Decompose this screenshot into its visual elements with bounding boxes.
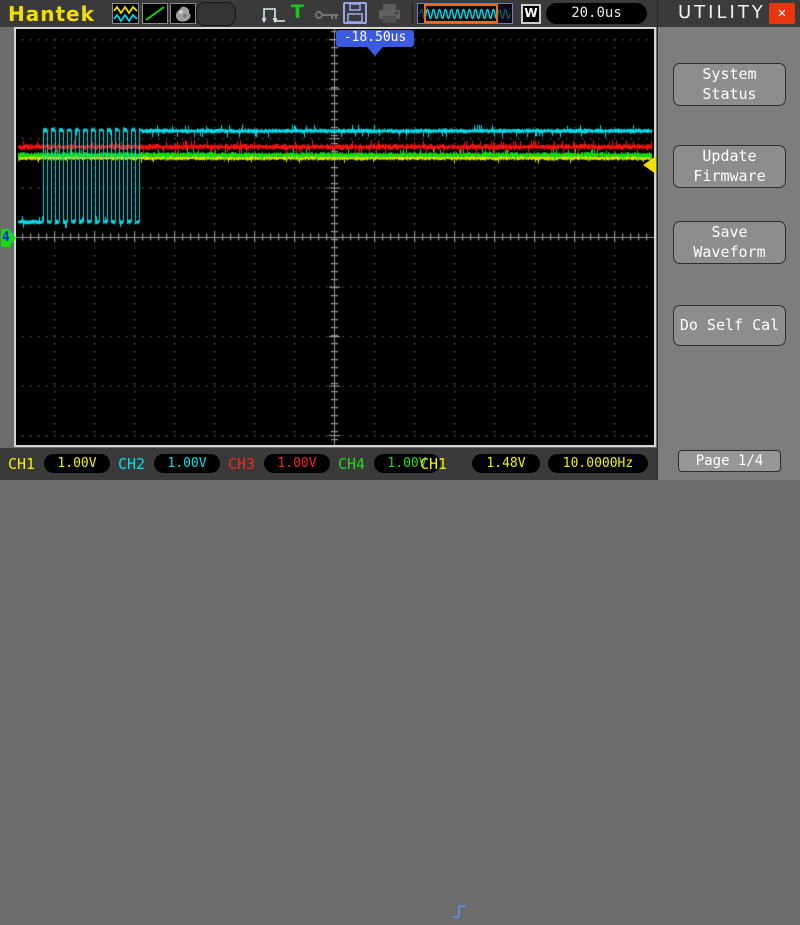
close-button[interactable]: ✕	[769, 3, 795, 24]
hand-icon[interactable]	[170, 3, 196, 24]
trigger-frequency-value: 10.0000Hz	[548, 454, 648, 473]
trigger-pulse-icon	[261, 3, 288, 28]
save-waveform-button[interactable]: Save Waveform	[673, 221, 786, 264]
timebase-value[interactable]: 20.0us	[546, 3, 647, 24]
waveform-display	[16, 29, 654, 445]
channels-icon[interactable]	[112, 3, 139, 24]
ch1-label: CH1	[8, 455, 36, 473]
trigger-position-tag[interactable]: -18.50us	[336, 30, 414, 47]
page-button[interactable]: Page 1/4	[678, 450, 781, 472]
ch2-label: CH2	[118, 455, 146, 473]
trigger-level-value[interactable]: 1.48V	[472, 454, 540, 473]
ch4-label: CH4	[338, 455, 366, 473]
ch2-scale-value[interactable]: 1.00V	[154, 454, 220, 473]
menu-header: UTILITY ✕	[658, 0, 800, 27]
window-icon[interactable]: W	[521, 4, 541, 24]
status-box	[196, 2, 236, 26]
utility-menu-panel: UTILITY ✕ System Status Update Firmware …	[657, 0, 800, 480]
update-firmware-button[interactable]: Update Firmware	[673, 145, 786, 188]
ch3-label: CH3	[228, 455, 256, 473]
scope-area: -18.50us 4	[0, 27, 657, 448]
save-icon[interactable]	[342, 2, 368, 29]
key-icon[interactable]	[314, 7, 340, 26]
trigger-source-label: CH1	[420, 455, 448, 473]
oscilloscope-app: { "brand": "Hantek", "topbar": { "timeba…	[0, 0, 800, 918]
menu-title: UTILITY	[678, 2, 766, 23]
ch1-scale-value[interactable]: 1.00V	[44, 454, 110, 473]
hantek-logo: Hantek	[8, 2, 95, 26]
toolbar-separator	[412, 3, 413, 24]
print-icon[interactable]	[376, 2, 403, 29]
trigger-t-icon: T	[291, 1, 304, 23]
scope-display	[14, 27, 656, 447]
top-toolbar: Hantek T W 20.0us	[0, 0, 657, 27]
trigger-position-pointer-icon	[367, 47, 383, 56]
status-bar: CH1 1.00V CH2 1.00V CH3 1.00V CH4 1.00V …	[0, 448, 657, 918]
system-status-button[interactable]: System Status	[673, 63, 786, 106]
do-self-cal-button[interactable]: Do Self Cal	[673, 305, 786, 346]
waveform-overview[interactable]	[417, 3, 513, 24]
cursor-line-icon[interactable]	[142, 3, 168, 24]
trigger-slope-icon	[452, 902, 468, 925]
ch3-scale-value[interactable]: 1.00V	[264, 454, 330, 473]
